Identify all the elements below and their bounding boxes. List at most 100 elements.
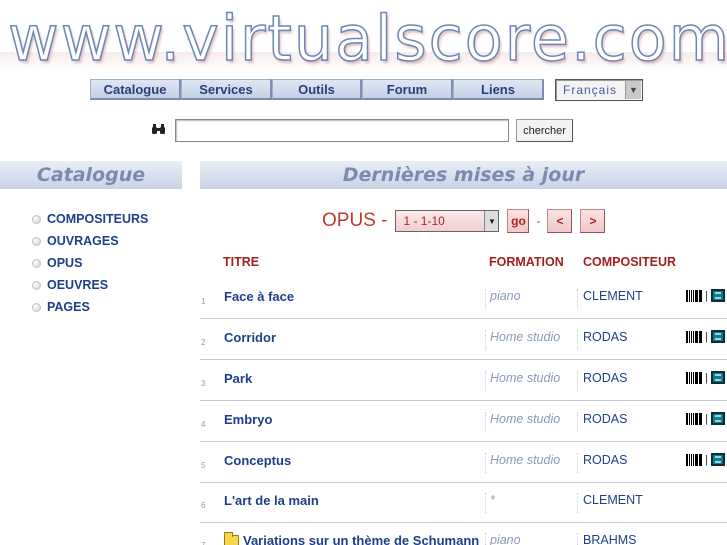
page-title: Dernières mises à jour <box>200 161 727 189</box>
search-input[interactable] <box>175 119 509 142</box>
row-title-link[interactable]: Corridor <box>224 330 276 345</box>
row-formation: Home studio <box>485 371 560 391</box>
bullet-icon <box>32 236 41 246</box>
table-row: 7 Variations sur un thème de Schumann pi… <box>200 522 727 545</box>
row-title-link[interactable]: Park <box>224 371 252 386</box>
icon-separator: | <box>705 453 708 466</box>
nav-liens[interactable]: Liens <box>453 79 544 100</box>
row-formation: * <box>485 493 495 513</box>
opus-range-selected: 1 - 1-10 <box>403 214 445 228</box>
row-title-link[interactable]: Variations sur un thème de Schumann <box>224 531 480 545</box>
score-barcode-icon[interactable] <box>686 412 702 425</box>
row-number: 5 <box>201 461 206 470</box>
row-title-link[interactable]: Conceptus <box>224 453 291 468</box>
row-composer-link[interactable]: RODAS <box>577 330 627 350</box>
column-header-composer: COMPOSITEUR <box>583 255 677 269</box>
icon-separator: | <box>705 412 708 425</box>
row-formation: piano <box>485 289 521 309</box>
sidebar-item-oeuvres[interactable]: OEUVRES <box>32 274 148 296</box>
row-actions: | <box>686 371 725 384</box>
row-actions: | <box>686 453 725 466</box>
icon-separator: | <box>705 330 708 343</box>
row-number: 7 <box>201 541 205 545</box>
sidebar-item-label[interactable]: OUVRAGES <box>47 234 119 248</box>
row-number: 4 <box>201 420 206 429</box>
video-film-icon[interactable] <box>710 371 725 384</box>
row-title-text: Variations sur un thème de Schumann <box>243 533 480 545</box>
row-actions: | <box>686 330 725 343</box>
row-formation: Home studio <box>485 453 560 473</box>
table-row: 6 L'art de la main * CLEMENT <box>200 482 727 523</box>
row-formation: piano <box>485 533 521 545</box>
nav-forum[interactable]: Forum <box>362 79 453 100</box>
row-formation: Home studio <box>485 412 560 432</box>
score-barcode-icon[interactable] <box>686 330 702 343</box>
row-composer-link[interactable]: RODAS <box>577 453 627 473</box>
row-actions: | <box>686 289 725 302</box>
icon-separator: | <box>705 289 708 302</box>
nav-services[interactable]: Services <box>181 79 272 100</box>
video-film-icon[interactable] <box>710 453 725 466</box>
opus-range-select[interactable]: 1 - 1-10 ▼ <box>395 210 500 232</box>
opus-label: OPUS - <box>322 210 388 231</box>
column-header-formation: FORMATION <box>489 255 564 269</box>
row-number: 3 <box>201 379 206 388</box>
row-formation: Home studio <box>485 330 560 350</box>
sidebar-item-ouvrages[interactable]: OUVRAGES <box>32 230 148 252</box>
go-button[interactable]: go <box>507 209 530 233</box>
row-title-link[interactable]: Face à face <box>224 289 294 304</box>
table-row: 4 Embryo Home studio RODAS | <box>200 401 727 442</box>
row-number: 2 <box>201 338 206 347</box>
column-header-title: TITRE <box>223 255 260 269</box>
nav-outils[interactable]: Outils <box>272 79 362 100</box>
row-title-link[interactable]: L'art de la main <box>224 493 319 508</box>
pager-separator: - <box>536 214 541 228</box>
prev-page-button[interactable]: < <box>547 209 573 233</box>
row-composer-link[interactable]: RODAS <box>577 412 627 432</box>
opus-pager: OPUS - 1 - 1-10 ▼ go - < > <box>322 208 606 234</box>
row-title-link[interactable]: Embryo <box>224 412 272 427</box>
bullet-icon <box>32 280 41 290</box>
language-select[interactable]: Français ▼ <box>555 79 643 101</box>
chevron-down-icon[interactable]: ▼ <box>484 211 499 231</box>
bullet-icon <box>32 214 41 224</box>
sidebar-item-label[interactable]: OEUVRES <box>47 278 108 292</box>
site-logo[interactable]: www.virtualscore.com <box>0 0 727 78</box>
main-nav: Catalogue Services Outils Forum Liens <box>90 79 544 100</box>
bullet-icon <box>32 302 41 312</box>
logo-text: www.virtualscore.com <box>7 2 727 75</box>
row-number: 1 <box>201 297 206 306</box>
bullet-icon <box>32 258 41 268</box>
next-page-button[interactable]: > <box>580 209 606 233</box>
table-row: 1 Face à face piano CLEMENT | <box>200 278 727 319</box>
sidebar-title: Catalogue <box>0 161 182 189</box>
table-row: 2 Corridor Home studio RODAS | <box>200 319 727 360</box>
sidebar-item-pages[interactable]: PAGES <box>32 296 148 318</box>
row-composer-link[interactable]: RODAS <box>577 371 627 391</box>
chevron-down-icon[interactable]: ▼ <box>625 81 641 99</box>
row-composer-link[interactable]: CLEMENT <box>577 493 643 513</box>
folder-icon <box>224 531 239 545</box>
sidebar-item-label[interactable]: COMPOSITEURS <box>47 212 148 226</box>
video-film-icon[interactable] <box>710 330 725 343</box>
table-row: 5 Conceptus Home studio RODAS | <box>200 442 727 483</box>
sidebar-menu: COMPOSITEURS OUVRAGES OPUS OEUVRES PAGES <box>32 208 148 318</box>
score-barcode-icon[interactable] <box>686 289 702 302</box>
sidebar-item-compositeurs[interactable]: COMPOSITEURS <box>32 208 148 230</box>
sidebar-item-label[interactable]: PAGES <box>47 300 90 314</box>
row-composer-link[interactable]: CLEMENT <box>577 289 643 309</box>
nav-catalogue[interactable]: Catalogue <box>90 79 181 100</box>
video-film-icon[interactable] <box>710 412 725 425</box>
binoculars-icon <box>151 123 166 138</box>
language-selected: Français <box>563 83 618 97</box>
score-barcode-icon[interactable] <box>686 453 702 466</box>
sidebar-item-label[interactable]: OPUS <box>47 256 82 270</box>
row-actions: | <box>686 412 725 425</box>
sidebar-item-opus[interactable]: OPUS <box>32 252 148 274</box>
row-number: 6 <box>201 501 206 510</box>
row-composer-link[interactable]: BRAHMS <box>577 533 636 545</box>
score-barcode-icon[interactable] <box>686 371 702 384</box>
video-film-icon[interactable] <box>710 289 725 302</box>
search-button[interactable]: chercher <box>516 119 573 142</box>
icon-separator: | <box>705 371 708 384</box>
